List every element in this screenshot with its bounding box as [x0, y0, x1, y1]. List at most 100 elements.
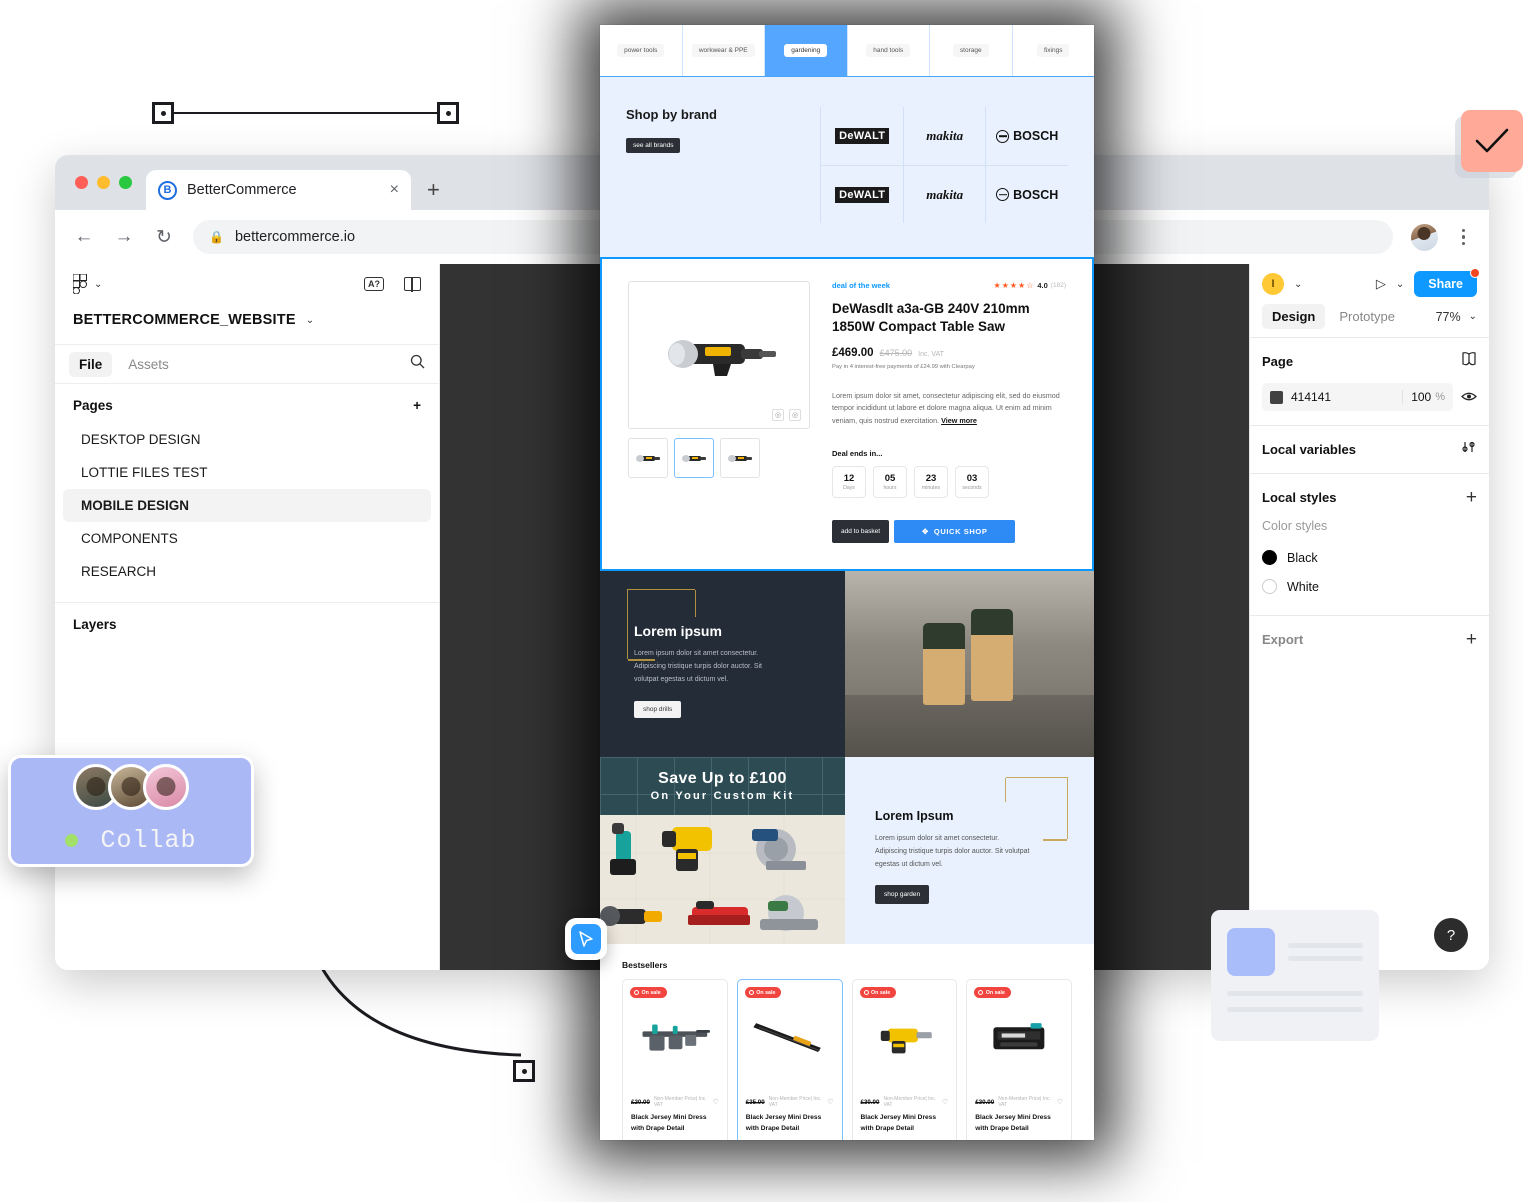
visibility-eye-icon[interactable] — [1461, 390, 1477, 405]
shop-drills-button[interactable]: shop drills — [634, 701, 682, 719]
panel-toggle-icon[interactable] — [404, 276, 421, 292]
chevron-down-icon: ⌄ — [94, 278, 103, 290]
connector-node-top-right[interactable] — [437, 102, 459, 124]
tool-grinder — [600, 906, 662, 927]
right-panel-toolbar: I ⌄ ▷ ⌄ Share — [1250, 264, 1489, 304]
reload-icon[interactable]: ↻ — [153, 226, 175, 249]
figma-toolbar-right: A? — [364, 276, 421, 292]
close-window-button[interactable] — [75, 176, 88, 189]
shop-garden-button[interactable]: shop garden — [875, 885, 930, 905]
page-item-desktop-design[interactable]: DESKTOP DESIGN — [63, 423, 431, 456]
add-export-button[interactable]: + — [1466, 630, 1477, 649]
page-item-mobile-design[interactable]: MOBILE DESIGN — [63, 489, 431, 522]
minimize-window-button[interactable] — [97, 176, 110, 189]
page-item-components[interactable]: COMPONENTS — [63, 522, 431, 555]
chevron-down-icon: ⌄ — [1468, 311, 1477, 322]
search-icon[interactable] — [410, 354, 425, 374]
wishlist-heart-icon[interactable]: ♡ — [942, 1098, 948, 1106]
zoom-in-icon[interactable]: ◎ — [789, 409, 801, 421]
price-vat-note: Inc. VAT — [918, 350, 944, 358]
thumbnail-3[interactable] — [720, 438, 760, 478]
save-banner-right: Lorem Ipsum Lorem ipsum dolor sit amet c… — [845, 757, 1094, 945]
local-styles-section: Local styles + Color styles Black White — [1250, 473, 1489, 615]
tab-design[interactable]: Design — [1262, 304, 1326, 329]
zoom-out-icon[interactable]: ◎ — [772, 409, 784, 421]
product-card[interactable]: On sale £20.00 Non-Member Price| Inc. VA… — [622, 979, 728, 1140]
zoom-level-selector[interactable]: 77% ⌄ — [1436, 310, 1477, 324]
collab-widget[interactable]: Collab — [8, 755, 254, 867]
chevron-down-icon[interactable]: ⌄ — [306, 315, 314, 326]
countdown-unit: Days — [843, 485, 855, 492]
wishlist-heart-icon[interactable]: ♡ — [1057, 1098, 1063, 1106]
figma-menu-button[interactable]: ⌄ — [73, 274, 102, 294]
wishlist-heart-icon[interactable]: ♡ — [827, 1098, 833, 1106]
present-icon[interactable]: ▷ — [1376, 276, 1386, 292]
brand-label: DeWALT — [835, 128, 890, 144]
page-opacity-field[interactable]: 100 % — [1402, 390, 1453, 404]
brand-logo-bosch-2[interactable]: BOSCH — [985, 165, 1068, 223]
url-text: bettercommerce.io — [234, 229, 356, 245]
see-all-brands-button[interactable]: see all brands — [626, 138, 681, 153]
profile-avatar[interactable] — [1410, 223, 1438, 251]
thumbnail-2[interactable] — [674, 438, 714, 478]
back-icon[interactable]: ← — [73, 226, 95, 248]
color-swatch — [1262, 579, 1277, 594]
new-tab-button[interactable]: + — [411, 170, 456, 210]
nav-tab-storage[interactable]: storage — [930, 25, 1013, 76]
pages-section-header: Pages + — [55, 384, 439, 423]
connector-node-top-left[interactable] — [152, 102, 174, 124]
wishlist-heart-icon[interactable]: ♡ — [712, 1098, 718, 1106]
brand-logo-makita[interactable]: makita — [902, 107, 986, 165]
font-badge-icon[interactable]: A? — [364, 277, 384, 291]
browser-tab[interactable]: B BetterCommerce × — [146, 170, 411, 210]
color-style-black[interactable]: Black — [1262, 543, 1477, 572]
product-card[interactable]: On sale £30.00 Non-Member Price| Inc. VA… — [851, 979, 958, 1140]
product-card[interactable]: On sale £35.00 Non-Member Price| Inc. VA… — [736, 979, 843, 1140]
forward-icon[interactable]: → — [113, 226, 135, 248]
page-style-icon[interactable] — [1461, 352, 1477, 371]
window-controls[interactable] — [71, 155, 146, 210]
collaborator-avatar[interactable]: I — [1262, 273, 1284, 295]
page-color-swatch-field[interactable]: 414141 — [1262, 390, 1402, 404]
nav-tab-workwear-ppe[interactable]: workwear & PPE — [682, 25, 765, 76]
color-style-white[interactable]: White — [1262, 572, 1477, 601]
tab-file[interactable]: File — [69, 351, 113, 377]
share-button[interactable]: Share — [1414, 268, 1480, 297]
brand-label: makita — [926, 186, 964, 202]
help-button[interactable]: ? — [1434, 918, 1468, 952]
tools-illustration — [600, 815, 845, 945]
cursor-tool-button[interactable] — [565, 918, 607, 960]
on-sale-badge: On sale — [859, 987, 897, 999]
maximize-window-button[interactable] — [119, 176, 132, 189]
tab-prototype[interactable]: Prototype — [1329, 304, 1405, 329]
nav-tab-power-tools[interactable]: power tools — [600, 25, 683, 76]
product-card[interactable]: On sale £30.00 Non-Member Price| Inc. VA… — [966, 979, 1072, 1140]
brand-logo-makita-2[interactable]: makita — [902, 165, 986, 223]
connector-node-bottom-right[interactable] — [513, 1060, 535, 1082]
view-more-link[interactable]: View more — [941, 416, 977, 425]
add-to-basket-button[interactable]: add to basket — [832, 520, 890, 544]
color-swatch[interactable] — [1270, 390, 1283, 404]
add-page-button[interactable]: + — [413, 399, 421, 413]
tab-assets[interactable]: Assets — [118, 352, 179, 377]
nav-tab-gardening[interactable]: gardening — [765, 25, 848, 76]
brand-logo-dewalt[interactable]: DeWALT — [820, 107, 903, 165]
close-icon[interactable]: × — [390, 182, 399, 198]
product-main-image[interactable]: ◎ ◎ — [628, 281, 810, 429]
thumbnail-1[interactable] — [628, 438, 668, 478]
chevron-down-icon[interactable]: ⌄ — [1396, 279, 1404, 290]
deal-details: deal of the week ★★★★☆ 4.0 (182) DeWasdl… — [832, 281, 1066, 544]
variables-settings-icon[interactable] — [1461, 440, 1477, 459]
tool-circular-saw-bosch — [752, 829, 806, 871]
page-item-research[interactable]: RESEARCH — [63, 555, 431, 588]
file-name-row[interactable]: BETTERCOMMERCE_WEBSITE ⌄ — [55, 304, 439, 344]
chevron-down-icon[interactable]: ⌄ — [1294, 279, 1302, 290]
brand-logo-bosch[interactable]: BOSCH — [985, 107, 1068, 165]
quick-shop-button[interactable]: ✥ QUICK SHOP — [894, 520, 1016, 544]
nav-tab-hand-tools[interactable]: hand tools — [847, 25, 930, 76]
nav-tab-fixings[interactable]: fixings — [1012, 25, 1094, 76]
page-item-lottie-files-test[interactable]: LOTTIE FILES TEST — [63, 456, 431, 489]
browser-menu-icon[interactable] — [1456, 228, 1472, 246]
brand-logo-dewalt-2[interactable]: DeWALT — [820, 165, 903, 223]
add-style-button[interactable]: + — [1466, 488, 1477, 507]
